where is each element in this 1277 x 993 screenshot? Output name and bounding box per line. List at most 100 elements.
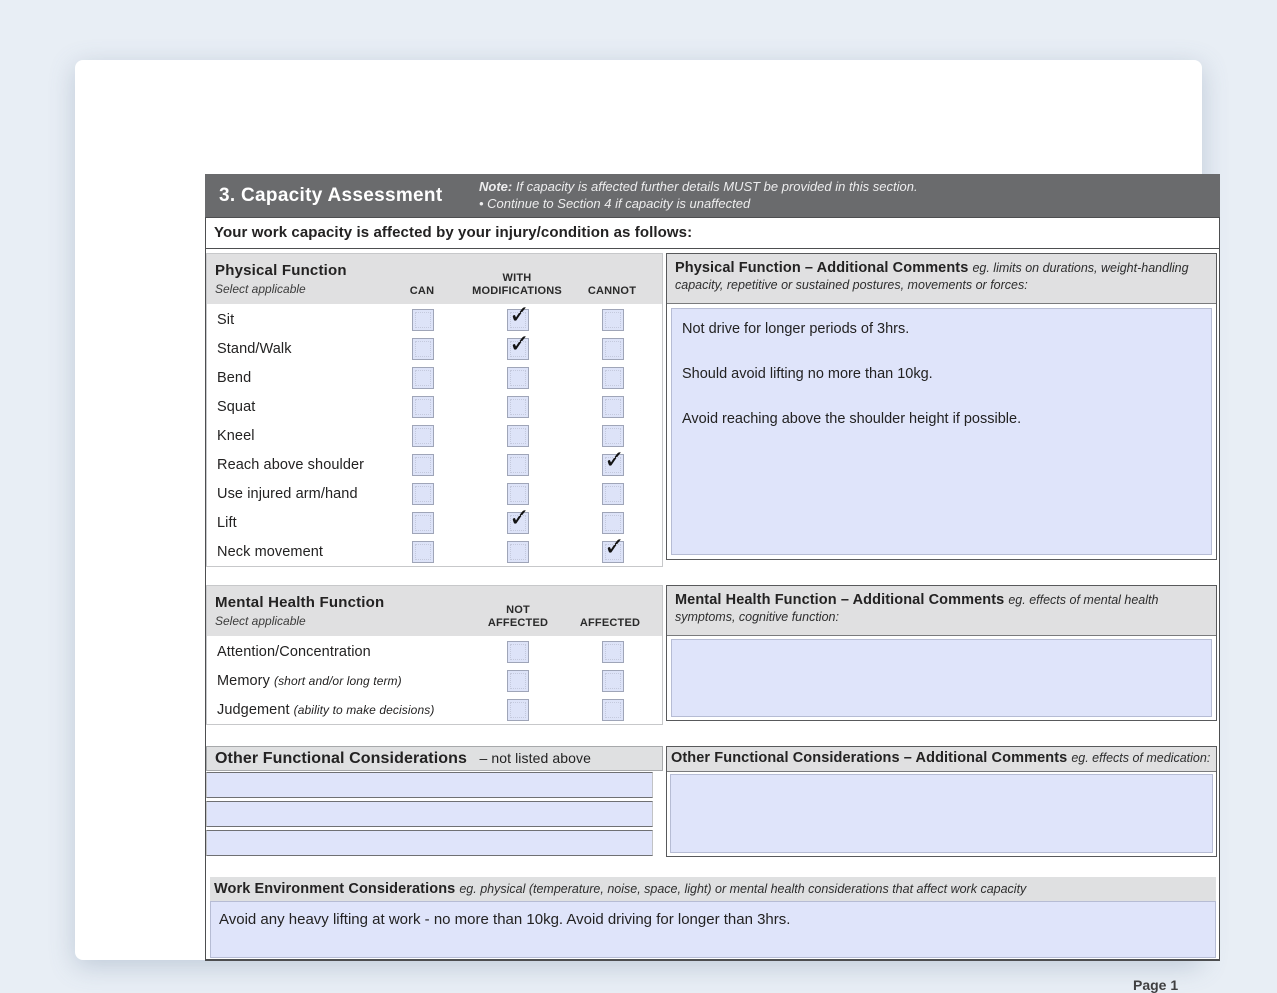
work-environment-box[interactable]: Avoid any heavy lifting at work - no mor… xyxy=(210,901,1216,958)
work-environment-hint: eg. physical (temperature, noise, space,… xyxy=(459,882,1026,896)
row-label: Lift xyxy=(217,509,237,538)
table-row: Squat xyxy=(207,393,662,422)
bend-can-checkbox[interactable] xyxy=(412,367,434,389)
note-text: If capacity is affected further details … xyxy=(516,179,918,194)
row-label-text: Sit xyxy=(217,312,234,328)
physical-comments-title: Physical Function – Additional Comments xyxy=(675,260,968,276)
other-consideration-input-1[interactable] xyxy=(206,772,653,798)
row-label: Use injured arm/hand xyxy=(217,480,358,509)
judgement-not-affected-checkbox[interactable] xyxy=(507,699,529,721)
attention-concentration-not-affected-checkbox[interactable] xyxy=(507,641,529,663)
reach-above-shoulder-with-modifications-checkbox[interactable] xyxy=(507,454,529,476)
checkmark-icon: ✓ xyxy=(509,302,530,327)
neck-movement-with-modifications-checkbox[interactable] xyxy=(507,541,529,563)
reach-above-shoulder-cannot-checkbox[interactable]: ✓ xyxy=(602,454,624,476)
attention-concentration-affected-checkbox[interactable] xyxy=(602,641,624,663)
kneel-can-checkbox[interactable] xyxy=(412,425,434,447)
page-number: Page 1 xyxy=(1133,977,1178,993)
row-label-text: Judgement xyxy=(217,702,290,718)
lift-cannot-checkbox[interactable] xyxy=(602,512,624,534)
checkmark-icon: ✓ xyxy=(604,447,625,472)
column-header-cannot: CANNOT xyxy=(571,285,653,298)
mental-comments-panel: Mental Health Function – Additional Comm… xyxy=(666,585,1217,721)
other-consideration-input-3[interactable] xyxy=(206,830,653,856)
checkmark-icon: ✓ xyxy=(509,331,530,356)
neck-movement-can-checkbox[interactable] xyxy=(412,541,434,563)
use-injured-arm-hand-with-modifications-checkbox[interactable] xyxy=(507,483,529,505)
comment-line: Not drive for longer periods of 3hrs. xyxy=(682,321,1201,337)
column-header-not-affected: NOT AFFECTED xyxy=(477,604,559,629)
other-comments-title: Other Functional Considerations – Additi… xyxy=(671,750,1067,766)
mental-comments-title: Mental Health Function – Additional Comm… xyxy=(675,592,1004,608)
table-row: Neck movement ✓ xyxy=(207,538,662,567)
checkmark-icon: ✓ xyxy=(509,505,530,530)
physical-comments-box[interactable]: Not drive for longer periods of 3hrs.Sho… xyxy=(671,308,1212,555)
section-header-bar: 3. Capacity Assessment Note: If capacity… xyxy=(205,174,1220,217)
row-label: Bend xyxy=(217,364,251,393)
squat-cannot-checkbox[interactable] xyxy=(602,396,624,418)
sit-cannot-checkbox[interactable] xyxy=(602,309,624,331)
table-row: Use injured arm/hand xyxy=(207,480,662,509)
other-considerations-suffix: – not listed above xyxy=(479,750,591,766)
other-comments-box[interactable] xyxy=(670,774,1213,853)
bend-cannot-checkbox[interactable] xyxy=(602,367,624,389)
kneel-cannot-checkbox[interactable] xyxy=(602,425,624,447)
column-header-can: CAN xyxy=(392,285,452,298)
checkmark-icon: ✓ xyxy=(604,534,625,559)
table-row: Bend xyxy=(207,364,662,393)
row-label-text: Bend xyxy=(217,370,251,386)
bend-with-modifications-checkbox[interactable] xyxy=(507,367,529,389)
row-label: Neck movement xyxy=(217,538,323,567)
sit-can-checkbox[interactable] xyxy=(412,309,434,331)
table-row: Sit ✓ xyxy=(207,306,662,335)
note-label: Note: xyxy=(479,179,512,194)
mental-health-title: Mental Health Function xyxy=(215,594,384,611)
lift-can-checkbox[interactable] xyxy=(412,512,434,534)
stand-walk-cannot-checkbox[interactable] xyxy=(602,338,624,360)
kneel-with-modifications-checkbox[interactable] xyxy=(507,425,529,447)
use-injured-arm-hand-can-checkbox[interactable] xyxy=(412,483,434,505)
stand-walk-with-modifications-checkbox[interactable]: ✓ xyxy=(507,338,529,360)
row-label-text: Neck movement xyxy=(217,544,323,560)
row-sublabel: (ability to make decisions) xyxy=(294,703,435,717)
other-consideration-input-2[interactable] xyxy=(206,801,653,827)
physical-comments-header: Physical Function – Additional Comments … xyxy=(667,254,1216,304)
lift-with-modifications-checkbox[interactable]: ✓ xyxy=(507,512,529,534)
row-label: Sit xyxy=(217,306,234,335)
note-line-1: Note: If capacity is affected further de… xyxy=(479,179,1209,196)
other-comments-header: Other Functional Considerations – Additi… xyxy=(667,747,1216,772)
sit-with-modifications-checkbox[interactable]: ✓ xyxy=(507,309,529,331)
mental-comments-header: Mental Health Function – Additional Comm… xyxy=(667,586,1216,636)
physical-function-table-header: Physical Function Select applicable CAN … xyxy=(207,254,662,306)
row-label-text: Lift xyxy=(217,515,237,531)
mental-health-table-header: Mental Health Function Select applicable… xyxy=(207,586,662,638)
mental-health-subtitle: Select applicable xyxy=(215,614,306,628)
table-row: Memory(short and/or long term) xyxy=(207,667,662,696)
squat-with-modifications-checkbox[interactable] xyxy=(507,396,529,418)
stand-walk-can-checkbox[interactable] xyxy=(412,338,434,360)
neck-movement-cannot-checkbox[interactable]: ✓ xyxy=(602,541,624,563)
memory-not-affected-checkbox[interactable] xyxy=(507,670,529,692)
other-comments-hint: eg. effects of medication: xyxy=(1071,751,1210,765)
mental-comments-box[interactable] xyxy=(671,639,1212,717)
memory-affected-checkbox[interactable] xyxy=(602,670,624,692)
row-label: Kneel xyxy=(217,422,255,451)
document-page: 3. Capacity Assessment Note: If capacity… xyxy=(75,60,1202,960)
row-label-text: Squat xyxy=(217,399,255,415)
work-environment-header: Work Environment Considerations eg. phys… xyxy=(210,877,1216,901)
row-label-text: Attention/Concentration xyxy=(217,644,371,660)
use-injured-arm-hand-cannot-checkbox[interactable] xyxy=(602,483,624,505)
work-capacity-statement: Your work capacity is affected by your i… xyxy=(214,218,692,248)
mental-health-rows: Attention/Concentration Memory(short and/… xyxy=(207,638,662,725)
row-label: Stand/Walk xyxy=(217,335,292,364)
reach-above-shoulder-can-checkbox[interactable] xyxy=(412,454,434,476)
table-row: Kneel xyxy=(207,422,662,451)
judgement-affected-checkbox[interactable] xyxy=(602,699,624,721)
row-label-text: Use injured arm/hand xyxy=(217,486,358,502)
section-note: Note: If capacity is affected further de… xyxy=(479,179,1209,212)
row-label: Judgement (ability to make decisions) xyxy=(217,696,434,725)
other-considerations-title: Other Functional Considerations xyxy=(215,750,467,767)
squat-can-checkbox[interactable] xyxy=(412,396,434,418)
table-row: Attention/Concentration xyxy=(207,638,662,667)
physical-function-subtitle: Select applicable xyxy=(215,282,306,296)
